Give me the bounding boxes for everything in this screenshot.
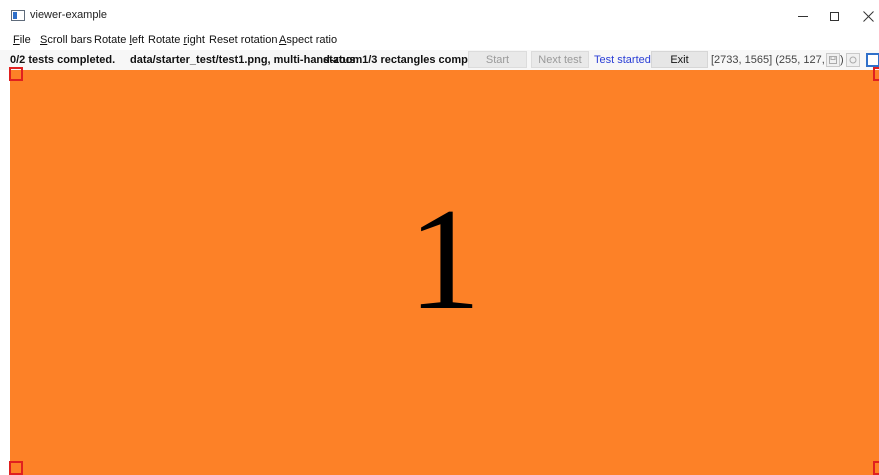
cursor-coordinates: [2733, 1565] (255, 127, 39) bbox=[711, 54, 844, 66]
corner-marker-top-left[interactable] bbox=[9, 67, 23, 81]
tests-completed-text: 0/2 tests completed. bbox=[10, 54, 116, 66]
menu-reset-rotation[interactable]: Reset rotation bbox=[209, 34, 277, 46]
window-title: viewer-example bbox=[30, 9, 108, 21]
corner-marker-top-right[interactable] bbox=[873, 67, 879, 81]
tool-button-2[interactable] bbox=[846, 53, 860, 67]
tool-button-3[interactable] bbox=[866, 53, 879, 67]
app-window-icon bbox=[11, 10, 25, 21]
menu-file[interactable]: File bbox=[13, 34, 31, 46]
close-icon bbox=[862, 10, 874, 22]
image-canvas[interactable]: 1 bbox=[10, 70, 879, 475]
exit-button[interactable]: Exit bbox=[651, 51, 708, 68]
app-window: viewer-example File Scroll bars Rotate l… bbox=[0, 0, 879, 475]
corner-marker-bottom-right[interactable] bbox=[873, 461, 879, 475]
minimize-icon bbox=[798, 15, 808, 17]
close-button[interactable] bbox=[846, 0, 879, 32]
menu-scroll-bars[interactable]: Scroll bars bbox=[40, 34, 92, 46]
save-icon bbox=[829, 56, 837, 64]
title-bar: viewer-example bbox=[0, 0, 879, 32]
menu-rotate-left[interactable]: Rotate left bbox=[94, 34, 144, 46]
status-bar: 0/2 tests completed. data/starter_test/t… bbox=[0, 50, 879, 70]
maximize-icon bbox=[829, 11, 839, 21]
status-message: Test started. bbox=[594, 54, 654, 66]
menu-rotate-right[interactable]: Rotate right bbox=[148, 34, 205, 46]
refresh-icon bbox=[849, 56, 857, 64]
tool-button-1[interactable] bbox=[826, 53, 840, 67]
corner-marker-bottom-left[interactable] bbox=[9, 461, 23, 475]
menu-bar: File Scroll bars Rotate left Rotate righ… bbox=[0, 33, 879, 49]
canvas-number-label: 1 bbox=[408, 178, 481, 340]
next-test-button[interactable]: Next test bbox=[531, 51, 589, 68]
canvas-margin bbox=[0, 70, 10, 475]
menu-aspect-ratio[interactable]: Aspect ratio bbox=[279, 34, 337, 46]
start-button[interactable]: Start bbox=[468, 51, 527, 68]
